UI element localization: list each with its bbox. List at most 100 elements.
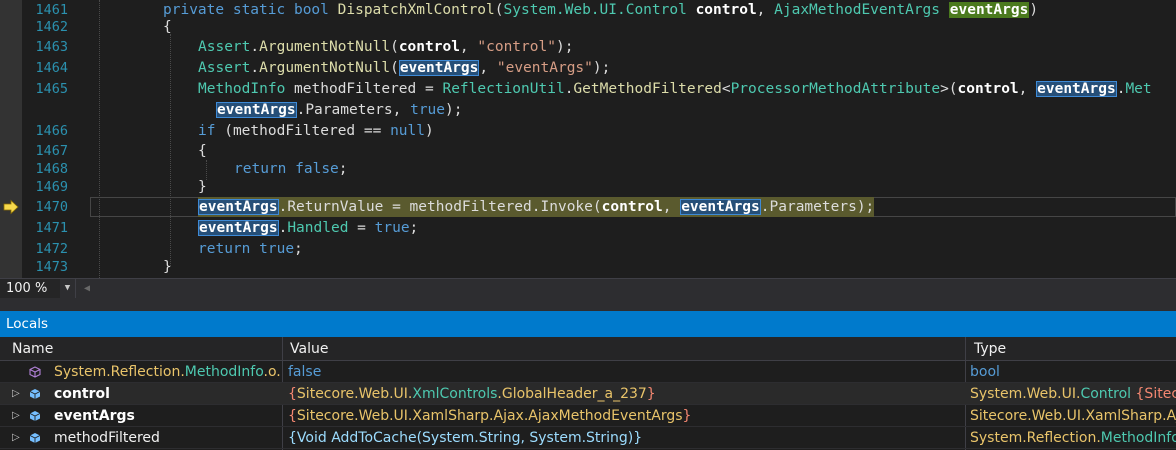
string-literal: "control": [477, 39, 556, 55]
expand-arrow-icon[interactable]: ▷: [12, 405, 22, 427]
param-highlight: eventArgs: [948, 2, 1030, 18]
column-header-value[interactable]: Value: [284, 337, 328, 361]
locals-value[interactable]: {Sitecore.Web.UI.XmlControls.GlobalHeade…: [288, 383, 963, 405]
keyword: true: [374, 220, 410, 236]
line-number: 1473: [35, 259, 68, 275]
brace: }: [163, 259, 172, 275]
line-numbers: 1461 1462 1463 1464 1465 1466 1467 1468 …: [22, 0, 68, 278]
code-line[interactable]: }: [163, 257, 172, 277]
code-line[interactable]: return true;: [198, 239, 303, 259]
locals-row[interactable]: ▷ control {Sitecore.Web.UI.XmlControls.G…: [0, 383, 1176, 405]
param-reference-highlight: eventArgs: [398, 60, 480, 76]
variable: methodFiltered: [294, 81, 417, 97]
code-line[interactable]: Assert.ArgumentNotNull(eventArgs, "event…: [198, 58, 610, 78]
column-header-type[interactable]: Type: [968, 337, 1006, 361]
locals-type: System.Web.UI.Control {Sitecore: [970, 383, 1176, 405]
code-line[interactable]: if (methodFiltered == null): [198, 121, 434, 141]
method-name: ArgumentNotNull: [259, 60, 391, 76]
line-number: 1469: [35, 179, 68, 195]
line-number-current: 1470: [35, 199, 68, 215]
code-line[interactable]: eventArgs.Handled = true;: [198, 218, 418, 238]
keyword: static: [232, 2, 286, 18]
value-namespace: Sitecore.Web.UI.: [296, 386, 413, 402]
code-line[interactable]: private static bool DispatchXmlControl(S…: [163, 0, 1038, 20]
member: Handled: [287, 220, 349, 236]
line-number: 1467: [35, 143, 68, 159]
keyword: null: [390, 123, 425, 139]
column-header-name[interactable]: Name: [6, 337, 53, 361]
param-reference-highlight: eventArgs: [1036, 81, 1117, 97]
value-namespace-part: XmlControls: [412, 386, 498, 402]
indent-guide: [170, 34, 171, 266]
editor-status-strip: 100 % ▼ ◀: [0, 278, 1176, 298]
value-brace: {: [288, 386, 297, 402]
param-reference-highlight: eventArgs: [198, 220, 279, 236]
method-name: GetMethodFiltered: [573, 81, 722, 97]
code-line[interactable]: {: [198, 141, 207, 161]
current-statement[interactable]: eventArgs.ReturnValue = methodFiltered.I…: [198, 197, 875, 217]
line-number: 1471: [35, 220, 68, 236]
chevron-down-icon[interactable]: ▼: [60, 279, 76, 298]
locals-value[interactable]: {Void AddToCache(System.String, System.S…: [288, 427, 963, 449]
method-name: DispatchXmlControl: [337, 2, 495, 18]
locals-value[interactable]: {Sitecore.Web.UI.XamlSharp.Ajax.AjaxMeth…: [288, 405, 963, 427]
locals-row[interactable]: ▷ methodFiltered {Void AddToCache(System…: [0, 427, 1176, 449]
locals-window: Locals Name Value Type System.Reflection…: [0, 311, 1176, 450]
method-name: ArgumentNotNull: [259, 39, 391, 55]
value-class: AjaxMethodEventArgs: [528, 408, 683, 424]
brace: }: [198, 179, 207, 195]
variable: methodFiltered: [232, 123, 356, 139]
name-rest: .o...: [263, 364, 280, 380]
param-reference-highlight: eventArgs: [198, 199, 279, 215]
code-line[interactable]: {: [163, 17, 172, 37]
locals-name: System.Reflection.MethodInfo.o...: [54, 361, 280, 383]
type-name: Assert: [198, 60, 251, 76]
method-name: Invoke: [540, 199, 593, 215]
execution-pointer-icon: [3, 199, 19, 215]
line-number: 1465: [35, 81, 68, 97]
code-line[interactable]: return false;: [234, 159, 348, 179]
glyph-margin[interactable]: [0, 0, 22, 278]
zoom-level[interactable]: 100 %: [0, 279, 60, 298]
cube-icon: [29, 411, 41, 421]
type-name: MethodInfo: [198, 81, 286, 97]
panel-splitter[interactable]: [0, 298, 1176, 311]
value-brace: }: [646, 386, 656, 402]
scroll-left-icon[interactable]: ◀: [80, 279, 94, 298]
param: control: [601, 199, 663, 215]
type-name: ReflectionUtil: [442, 81, 565, 97]
param-reference-highlight: eventArgs: [680, 199, 761, 215]
locals-type: Sitecore.Web.UI.XamlSharp.Aja: [970, 408, 1176, 424]
member: Met: [1125, 81, 1152, 97]
code-editor[interactable]: 1461 1462 1463 1464 1465 1466 1467 1468 …: [0, 0, 1176, 278]
locals-name: control: [54, 386, 110, 402]
expand-arrow-icon[interactable]: ▷: [12, 427, 22, 449]
locals-type: System.Reflection.MethodInfo {: [970, 427, 1176, 449]
member: Parameters: [305, 102, 393, 118]
value-brace: {: [288, 408, 297, 424]
locals-type: bool: [970, 364, 1000, 380]
string-literal: "eventArgs": [496, 60, 593, 76]
locals-row[interactable]: System.Reflection.MethodInfo.o... false …: [0, 361, 1176, 383]
locals-row[interactable]: ▷ eventArgs {Sitecore.Web.UI.XamlSharp.A…: [0, 405, 1176, 427]
code-line[interactable]: eventArgs.Parameters, true);: [216, 100, 462, 120]
brace: {: [163, 19, 172, 35]
keyword: private: [163, 2, 225, 18]
indent-guide: [99, 0, 100, 278]
code-line[interactable]: Assert.ArgumentNotNull(control, "control…: [198, 37, 573, 57]
param-reference-highlight: eventArgs: [216, 102, 297, 118]
locals-title[interactable]: Locals: [0, 311, 1176, 337]
keyword: false: [295, 161, 339, 177]
type-class: MethodInfo: [1100, 430, 1176, 446]
code-line[interactable]: }: [198, 177, 207, 197]
value-namespace: Sitecore.Web.UI.XamlSharp.Ajax.: [296, 408, 529, 424]
cube-outline-icon: [29, 366, 41, 378]
locals-column-header: Name Value Type: [0, 337, 1176, 361]
code-line[interactable]: MethodInfo methodFiltered = ReflectionUt…: [198, 79, 1152, 99]
value-brace: }: [682, 408, 692, 424]
locals-value[interactable]: false: [288, 361, 963, 383]
expand-arrow-icon[interactable]: ▷: [12, 383, 22, 405]
keyword: if: [198, 123, 216, 139]
cube-icon: [29, 433, 41, 443]
variable: methodFiltered: [409, 199, 532, 215]
